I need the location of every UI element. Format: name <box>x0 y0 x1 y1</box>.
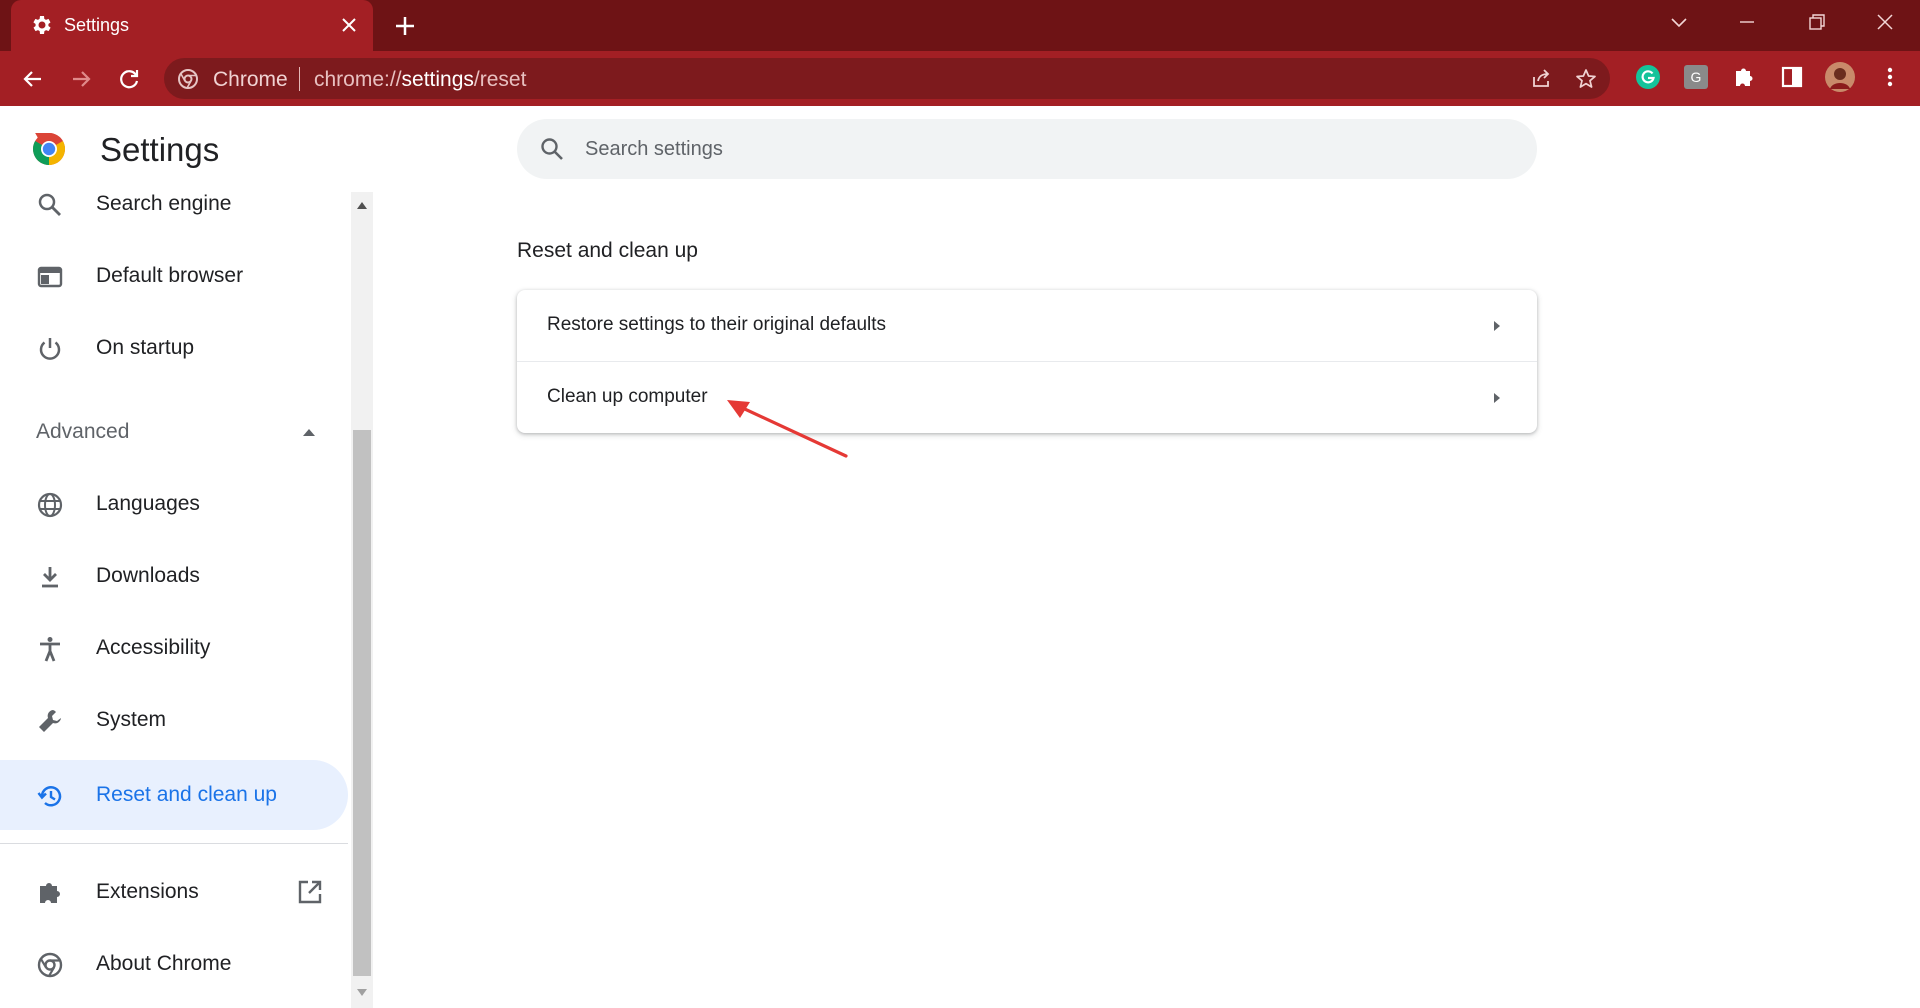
forward-button[interactable] <box>66 64 96 94</box>
scrollbar-thumb[interactable] <box>353 430 371 976</box>
svg-text:G: G <box>1691 69 1702 85</box>
more-menu-icon[interactable] <box>1876 63 1904 91</box>
sidebar-item-label: System <box>96 708 167 731</box>
reset-card: Restore settings to their original defau… <box>517 290 1537 433</box>
sidebar-item-downloads[interactable]: Downloads <box>0 541 348 611</box>
side-panel-icon[interactable] <box>1778 63 1806 91</box>
restore-settings-row[interactable]: Restore settings to their original defau… <box>517 290 1537 361</box>
sidebar-item-search-engine[interactable]: Search engine <box>0 169 348 239</box>
sidebar-item-label: On startup <box>96 336 195 359</box>
tab-title: Settings <box>64 15 130 35</box>
url-path: /reset <box>473 68 527 91</box>
close-icon[interactable] <box>336 12 362 38</box>
sidebar-item-about-chrome[interactable]: About Chrome <box>0 929 348 999</box>
sidebar-item-label: About Chrome <box>96 952 232 975</box>
scroll-up-arrow-icon[interactable] <box>356 200 368 210</box>
share-icon[interactable] <box>1529 67 1553 91</box>
search-input[interactable] <box>585 119 1485 179</box>
sidebar-item-languages[interactable]: Languages <box>0 469 348 539</box>
power-icon <box>39 338 61 360</box>
bookmark-star-icon[interactable] <box>1574 67 1598 91</box>
caret-right-icon <box>1494 321 1500 331</box>
gear-icon <box>33 16 51 34</box>
address-bar[interactable]: Chrome chrome://settings/reset <box>164 58 1610 99</box>
sidebar-item-label: Languages <box>96 492 200 515</box>
toolbar: Chrome chrome://settings/reset G <box>0 51 1920 106</box>
g-extension-icon[interactable]: G <box>1682 63 1710 91</box>
puzzle-icon <box>40 883 60 903</box>
avatar[interactable] <box>1824 61 1856 93</box>
row-label: Clean up computer <box>547 386 708 407</box>
scroll-down-arrow-icon[interactable] <box>356 988 368 998</box>
section-title: Reset and clean up <box>517 239 698 262</box>
sidebar-item-label: Reset and clean up <box>96 783 277 806</box>
back-button[interactable] <box>18 64 48 94</box>
accessibility-icon <box>40 637 60 662</box>
tab-search-icon[interactable] <box>1659 8 1699 38</box>
restore-button[interactable] <box>1796 8 1836 38</box>
clean-up-computer-row[interactable]: Clean up computer <box>517 362 1537 433</box>
reload-button[interactable] <box>114 64 144 94</box>
tab-strip: Settings <box>0 0 1920 51</box>
chrome-logo <box>32 133 66 165</box>
sidebar-item-system[interactable]: System <box>0 685 348 755</box>
grammarly-icon[interactable] <box>1634 63 1662 91</box>
annotation-arrow <box>727 400 848 458</box>
caret-right-icon <box>1494 393 1500 403</box>
minimize-button[interactable] <box>1727 8 1767 38</box>
sidebar-scrollbar[interactable] <box>351 192 373 1008</box>
advanced-label: Advanced <box>36 420 130 443</box>
url-host: settings <box>401 68 474 91</box>
globe-icon <box>37 492 63 518</box>
sidebar-item-default-browser[interactable]: Default browser <box>0 241 348 311</box>
wrench-icon <box>39 710 61 732</box>
restore-icon <box>37 786 62 807</box>
search-settings-box[interactable] <box>517 119 1537 179</box>
url-scheme: chrome:// <box>314 68 402 91</box>
page-title: Settings <box>100 131 220 168</box>
chrome-icon <box>178 69 198 89</box>
search-icon <box>38 193 61 216</box>
sidebar-item-on-startup[interactable]: On startup <box>0 313 348 383</box>
download-icon <box>42 567 58 588</box>
sidebar-item-reset-and-clean-up[interactable]: Reset and clean up <box>0 760 348 830</box>
new-tab-button[interactable] <box>390 11 420 41</box>
open-in-new-icon[interactable] <box>296 878 324 906</box>
advanced-toggle[interactable]: Advanced <box>0 397 340 467</box>
url-text[interactable]: chrome://settings/reset <box>314 68 526 92</box>
close-window-button[interactable] <box>1865 8 1905 38</box>
caret-up-icon <box>303 429 315 436</box>
sidebar-item-accessibility[interactable]: Accessibility <box>0 613 348 683</box>
site-chip: Chrome <box>213 68 288 91</box>
browser-window-icon <box>37 266 63 288</box>
search-icon <box>541 138 563 160</box>
sidebar-item-label: Search engine <box>96 192 232 215</box>
tab-settings[interactable]: Settings <box>11 0 373 51</box>
sidebar-item-label: Default browser <box>96 264 244 287</box>
sidebar-item-label: Downloads <box>96 564 200 587</box>
sidebar-divider <box>0 843 348 844</box>
omnibox-divider <box>299 67 300 91</box>
chrome-icon <box>37 952 63 978</box>
sidebar: Search engine Default browser On startup… <box>0 192 348 1008</box>
sidebar-item-label: Accessibility <box>96 636 211 659</box>
row-label: Restore settings to their original defau… <box>547 314 887 335</box>
extensions-puzzle-icon[interactable] <box>1730 63 1758 91</box>
sidebar-item-label: Extensions <box>96 880 199 903</box>
